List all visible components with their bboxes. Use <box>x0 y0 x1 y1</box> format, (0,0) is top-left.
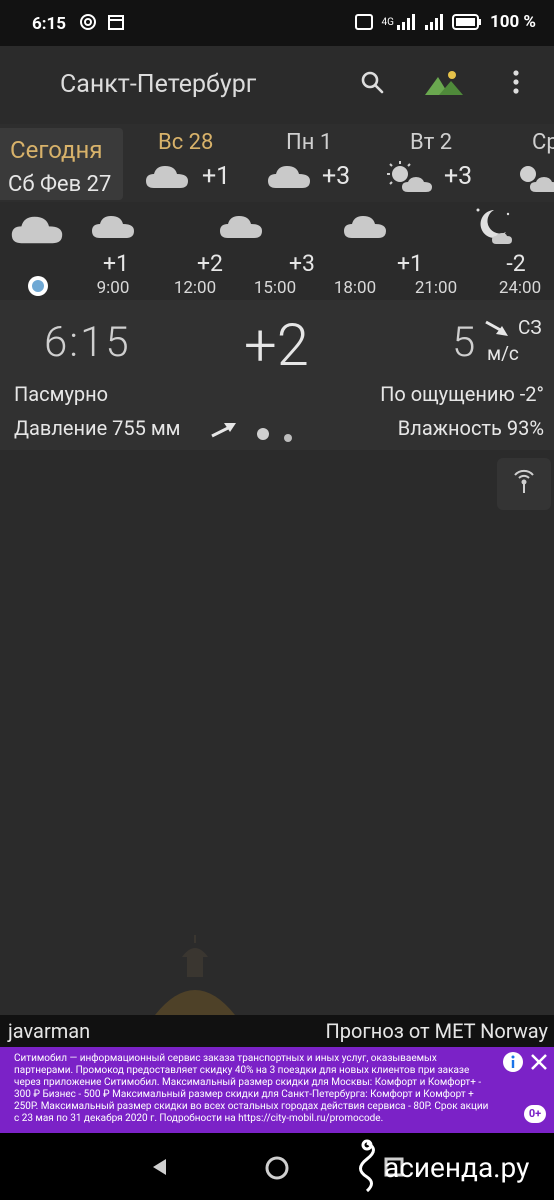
cloud-icon <box>90 212 136 246</box>
hour-temp: +1 <box>397 250 423 277</box>
ad-banner[interactable]: Ситимобил — информационный сервис заказа… <box>0 1047 554 1133</box>
forecast-source[interactable]: Прогноз от MET Norway <box>326 1019 549 1043</box>
day-name: Пн 1 <box>286 130 333 155</box>
footer-bar: javarman Прогноз от MET Norway <box>0 1015 554 1047</box>
search-icon <box>359 69 385 99</box>
cloud-icon <box>342 212 388 246</box>
age-badge: 0+ <box>524 1105 546 1123</box>
wind-arrow-icon <box>484 320 510 342</box>
signal-icon <box>396 12 416 32</box>
radar-button[interactable] <box>497 458 551 510</box>
calendar-icon <box>106 12 126 32</box>
status-bar: 6:15 4G 100 % <box>0 0 554 46</box>
battery-icon <box>451 12 482 32</box>
hour-time: 24:00 <box>498 278 542 298</box>
ad-text: Ситимобил — информационный сервис заказа… <box>14 1053 489 1124</box>
back-icon[interactable] <box>150 1157 170 1181</box>
hour-time: 9:00 <box>96 278 130 298</box>
day-wed[interactable]: Ср <box>512 124 554 202</box>
system-nav-bar: асиенда.ру <box>0 1133 554 1200</box>
app-bar: Санкт-Петербург <box>0 46 554 124</box>
status-time: 6:15 <box>32 14 67 34</box>
day-mon[interactable]: Пн 1 +3 <box>262 124 372 202</box>
wind-speed: 5 <box>452 318 476 367</box>
day-name: Вт 2 <box>410 130 453 155</box>
sun-cloud-icon <box>384 160 436 198</box>
at-icon <box>78 12 98 32</box>
landscape-icon <box>423 67 465 101</box>
hour-time: 21:00 <box>414 278 458 298</box>
more-vert-icon <box>512 69 520 99</box>
cloud-icon <box>218 212 264 246</box>
cloud-icon <box>8 212 66 252</box>
battery-text: 100 % <box>489 12 536 32</box>
network-type: 4G <box>381 16 394 28</box>
current-temp: +2 <box>244 312 309 380</box>
days-strip: Сегодня Сб Фев 27 Вс 28 +1 Пн 1 +3 Вт 2 … <box>0 124 554 202</box>
home-icon[interactable] <box>264 1155 290 1185</box>
watermark-text: асиенда.ру <box>384 1151 530 1184</box>
hour-temp: +3 <box>289 250 315 277</box>
condition-text: Пасмурно <box>14 382 109 406</box>
cloud-icon <box>144 162 190 196</box>
day-sun[interactable]: Вс 28 +1 <box>140 124 250 202</box>
hour-temp: -2 <box>506 250 526 277</box>
day-tue[interactable]: Вт 2 +3 <box>384 124 494 202</box>
broadcast-icon <box>511 469 537 499</box>
page-dot-active <box>256 426 270 445</box>
cloud-icon <box>266 162 312 196</box>
hour-time: 12:00 <box>173 278 217 298</box>
day-today-label: Сегодня <box>10 136 103 164</box>
humidity: Влажность 93% <box>397 416 544 440</box>
day-temp: +3 <box>444 162 473 191</box>
hour-temp: +2 <box>197 250 223 277</box>
day-temp: +3 <box>322 162 351 191</box>
day-name: Ср <box>532 130 554 155</box>
volte-icon <box>354 12 374 32</box>
hour-time: 18:00 <box>333 278 377 298</box>
background-button[interactable] <box>420 64 468 104</box>
pressure-trend-icon <box>210 420 238 442</box>
day-today[interactable]: Сегодня Сб Фев 27 <box>0 128 123 200</box>
signal2-icon <box>424 12 444 32</box>
sun-cloud-icon <box>512 160 554 198</box>
wind-unit: м/с <box>487 342 519 365</box>
current-conditions[interactable]: 6:15 +2 5 СЗ м/с Пасмурно По ощущению -2… <box>0 300 554 450</box>
cathedral-silhouette <box>150 935 240 1019</box>
photo-author[interactable]: javarman <box>8 1019 90 1043</box>
more-menu-button[interactable] <box>496 64 536 104</box>
wind-direction: СЗ <box>518 316 542 339</box>
current-time: 6:15 <box>44 318 131 367</box>
city-title[interactable]: Санкт-Петербург <box>60 70 256 99</box>
day-name: Вс 28 <box>158 130 214 155</box>
hourly-forecast: +1 +2 +3 +1 -2 9:00 12:00 15:00 18:00 21… <box>0 202 554 298</box>
page-dot <box>283 428 293 447</box>
current-time-marker <box>26 274 50 302</box>
pressure: Давление 755 мм <box>14 416 181 440</box>
day-today-date: Сб Фев 27 <box>8 172 112 197</box>
ad-info-icon[interactable] <box>502 1051 524 1077</box>
hour-temp: +1 <box>103 250 129 277</box>
day-temp: +1 <box>202 162 231 191</box>
watermark-logo <box>350 1139 384 1199</box>
ad-close-icon[interactable] <box>530 1053 548 1075</box>
feels-like: По ощущению -2° <box>380 382 544 406</box>
search-button[interactable] <box>352 64 392 104</box>
hour-time: 15:00 <box>253 278 297 298</box>
moon-cloud-icon <box>472 206 516 250</box>
